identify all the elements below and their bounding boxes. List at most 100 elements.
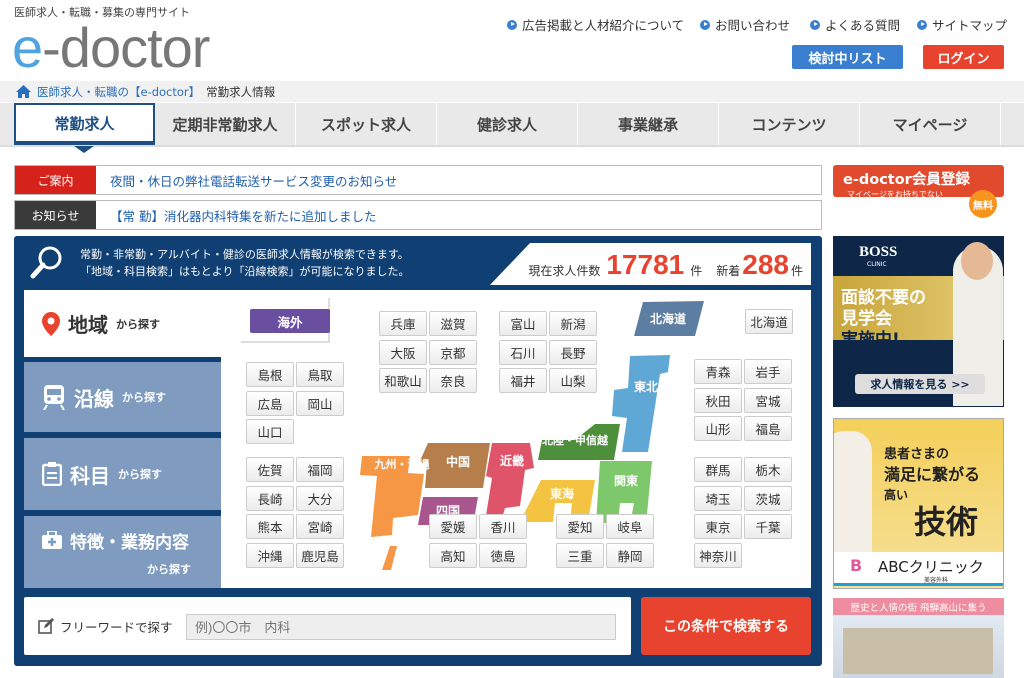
- svg-text:中国: 中国: [446, 454, 470, 469]
- notice-news[interactable]: お知らせ 【常 勤】消化器内科特集を新たに追加しました: [14, 200, 822, 230]
- pref-button[interactable]: 新潟: [549, 311, 597, 336]
- svg-text:東北: 東北: [634, 379, 658, 394]
- pref-button[interactable]: 熊本: [246, 514, 294, 539]
- notice-text[interactable]: 【常 勤】消化器内科特集を新たに追加しました: [96, 206, 376, 225]
- pref-button[interactable]: 岐阜: [606, 514, 654, 539]
- takayama-ad[interactable]: 歴史と人情の街 飛騨高山に集う: [833, 598, 1004, 678]
- pref-button[interactable]: 神奈川: [694, 542, 742, 568]
- pref-button[interactable]: 高知: [429, 542, 477, 568]
- pref-button[interactable]: 山形: [694, 416, 742, 441]
- tab-mypage[interactable]: マイページ: [860, 103, 1001, 145]
- region-hokkaido[interactable]: 北海道: [634, 301, 704, 336]
- tab-contents[interactable]: コンテンツ: [719, 103, 860, 145]
- breadcrumb-current: 常勤求人情報: [206, 84, 276, 99]
- pref-button[interactable]: 鳥取: [296, 362, 344, 387]
- contact-link[interactable]: お問い合わせ: [700, 15, 790, 34]
- free-badge: 無料: [969, 190, 997, 218]
- pref-button[interactable]: 佐賀: [246, 457, 294, 482]
- abc-copy: 患者さまの 満足に繋がる 高い 技術: [884, 447, 981, 541]
- job-count: 現在求人件数 17781 件新着 288 件: [490, 243, 811, 285]
- tab-feature[interactable]: 特徴・業務内容 から探す: [24, 516, 221, 588]
- region-chugoku[interactable]: 中国: [419, 443, 490, 488]
- pref-button[interactable]: 徳島: [479, 542, 527, 568]
- clipboard-icon: [42, 462, 62, 486]
- pref-button[interactable]: 宮城: [744, 387, 792, 413]
- pref-button[interactable]: 群馬: [694, 457, 742, 482]
- pref-button[interactable]: 大阪: [379, 339, 427, 365]
- pref-button[interactable]: 青森: [694, 359, 742, 384]
- pref-button[interactable]: 大分: [296, 485, 344, 511]
- pref-button[interactable]: 岡山: [296, 390, 344, 416]
- pref-button[interactable]: 山口: [246, 419, 294, 444]
- pref-button[interactable]: 愛媛: [429, 514, 477, 539]
- pref-button[interactable]: 茨城: [744, 485, 792, 511]
- breadcrumb-home[interactable]: 医師求人・転職の【e-doctor】: [37, 84, 200, 100]
- notice-text[interactable]: 夜間・休日の弊社電話転送サービス変更のお知らせ: [96, 171, 397, 190]
- freeword-input[interactable]: [186, 614, 616, 640]
- search-intro: 常勤・非常勤・アルバイト・健診の医師求人情報が検索できます。 「地域・科目検索」は…: [80, 248, 410, 278]
- abc-clinic-ad[interactable]: 患者さまの 満足に繋がる 高い 技術 B ABCクリニック 美容外科: [833, 418, 1004, 589]
- pref-button[interactable]: 兵庫: [379, 311, 427, 336]
- pref-button[interactable]: 千葉: [744, 514, 792, 539]
- boss-cta: 求人情報を見る >>: [855, 374, 985, 394]
- pref-button[interactable]: 福岡: [296, 457, 344, 482]
- pref-button[interactable]: 鹿児島: [296, 542, 344, 568]
- pref-button[interactable]: 長崎: [246, 485, 294, 511]
- pref-button[interactable]: 和歌山: [379, 368, 427, 393]
- notice-guide[interactable]: ご案内 夜間・休日の弊社電話転送サービス変更のお知らせ: [14, 165, 822, 195]
- review-list-button[interactable]: 検討中リスト: [792, 45, 903, 69]
- pref-button[interactable]: 京都: [429, 339, 477, 365]
- pref-button[interactable]: 福島: [744, 416, 792, 441]
- sitemap-link[interactable]: サイトマップ: [917, 15, 1007, 34]
- pref-button[interactable]: 富山: [499, 311, 547, 336]
- pref-button[interactable]: 滋賀: [429, 311, 477, 336]
- pref-button[interactable]: 香川: [479, 514, 527, 539]
- svg-text:九州・沖縄: 九州・沖縄: [374, 457, 430, 471]
- pref-button[interactable]: 秋田: [694, 387, 742, 413]
- register-banner[interactable]: e-doctor会員登録 マイページをお持ちでない 方はぜひご登録ください。 無料: [833, 165, 1004, 218]
- pref-button[interactable]: 北海道: [745, 309, 793, 334]
- pref-button[interactable]: 長野: [549, 339, 597, 365]
- region-tohoku[interactable]: 東北: [612, 355, 670, 452]
- ad-link[interactable]: 広告掲載と人材紹介について: [507, 15, 684, 34]
- abc-logo-icon: B: [850, 556, 863, 575]
- main-nav: 常勤求人 定期非常勤求人 スポット求人 健診求人 事業継承 コンテンツ マイペー…: [0, 103, 1024, 147]
- pref-button[interactable]: 宮崎: [296, 514, 344, 539]
- tab-checkup[interactable]: 健診求人: [437, 103, 578, 145]
- hospital-photo: [843, 628, 993, 674]
- logo[interactable]: e-doctor: [12, 18, 210, 78]
- pref-button[interactable]: 島根: [246, 362, 294, 387]
- faq-link[interactable]: よくある質問: [810, 15, 900, 34]
- pref-button[interactable]: 石川: [499, 339, 547, 365]
- pref-button[interactable]: 静岡: [606, 542, 654, 568]
- pref-button[interactable]: 広島: [246, 390, 294, 416]
- pref-button[interactable]: 奈良: [429, 368, 477, 393]
- login-button[interactable]: ログイン: [923, 45, 1004, 69]
- pref-button[interactable]: 岩手: [744, 359, 792, 384]
- region-hokuriku-koshinetsu[interactable]: 北陸・甲信越: [538, 424, 620, 460]
- pref-button[interactable]: 山梨: [549, 368, 597, 393]
- search-submit-button[interactable]: この条件で検索する: [641, 597, 811, 655]
- active-pointer: [74, 146, 94, 153]
- tab-succession[interactable]: 事業継承: [578, 103, 719, 145]
- search-icon: [30, 246, 62, 279]
- pref-button[interactable]: 埼玉: [694, 485, 742, 511]
- region-kyushu-okinawa[interactable]: 九州・沖縄: [360, 456, 430, 570]
- pref-button[interactable]: 三重: [556, 542, 604, 568]
- tab-line[interactable]: 沿線 から探す: [24, 362, 221, 432]
- pref-button[interactable]: 栃木: [744, 457, 792, 482]
- svg-text:北海道: 北海道: [650, 311, 686, 326]
- tab-region[interactable]: 地域 から探す: [24, 290, 221, 357]
- tab-fulltime[interactable]: 常勤求人: [14, 103, 155, 145]
- pref-button[interactable]: 福井: [499, 368, 547, 393]
- tab-department[interactable]: 科目 から探す: [24, 438, 221, 510]
- tab-regular-parttime[interactable]: 定期非常勤求人: [155, 103, 296, 145]
- overseas-button[interactable]: 海外: [250, 309, 330, 333]
- pref-button[interactable]: 東京: [694, 514, 742, 539]
- boss-brand: BOSS: [859, 244, 898, 260]
- boss-clinic-ad[interactable]: BOSS CLINIC 面談不要の 見学会 実施中! 求人情報を見る >>: [833, 236, 1004, 407]
- pref-button[interactable]: 愛知: [556, 514, 604, 539]
- tab-spot[interactable]: スポット求人: [296, 103, 437, 145]
- pref-button[interactable]: 沖縄: [246, 542, 294, 568]
- abc-footer: B ABCクリニック 美容外科: [834, 552, 1003, 586]
